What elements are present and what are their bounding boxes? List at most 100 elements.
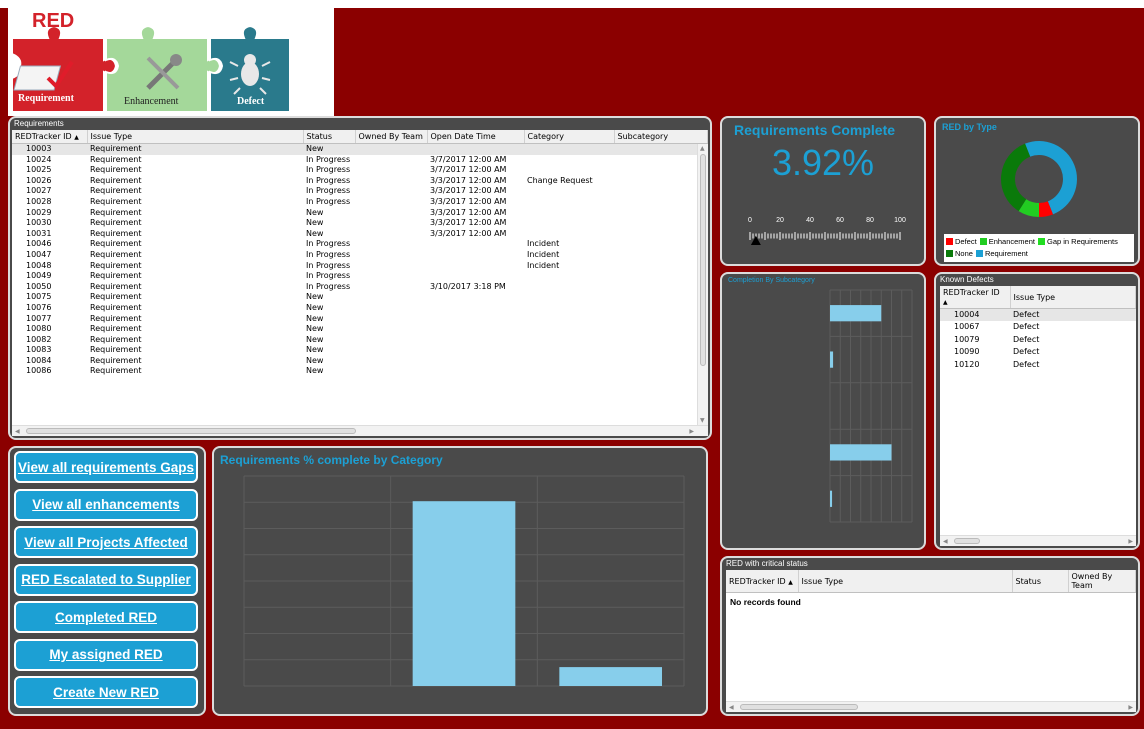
logo-defect-label: Defect	[237, 96, 265, 107]
col-defect-issue-type[interactable]: Issue Type	[1010, 286, 1136, 309]
table-row[interactable]: 10090 Defect	[940, 346, 1136, 359]
red-escalated-to-supplier-button[interactable]: RED Escalated to Supplier	[14, 563, 198, 596]
known-defects-title: Known Defects	[940, 275, 994, 284]
table-row[interactable]: 10004 Defect	[940, 308, 1136, 322]
known-defects-table: REDTracker ID ▲ Issue Type 10004 Defect 10…	[940, 286, 1136, 371]
logo-title: RED	[32, 10, 75, 32]
scroll-left-icon[interactable]: ◀	[943, 538, 948, 545]
view-all-enhancements-button[interactable]: View all enhancements	[14, 488, 198, 521]
table-cell: Requirement	[87, 143, 303, 155]
table-row[interactable]: 10083 Requirement New	[12, 345, 708, 356]
scroll-right-icon[interactable]: ▶	[1128, 704, 1133, 711]
table-cell: Incident	[527, 239, 560, 249]
requirements-vertical-scrollbar[interactable]: ▲ ▼	[697, 144, 708, 425]
table-cell: 10031	[26, 228, 52, 238]
table-cell: 10079	[954, 334, 980, 344]
requirements-grid: REDTracker ID ▲ Issue Type Status Owned …	[12, 130, 708, 436]
known-defects-hscroll-thumb[interactable]	[954, 538, 980, 544]
completed-red-button[interactable]: Completed RED	[14, 601, 198, 633]
col-critical-owned-by-team[interactable]: Owned By Team	[1068, 570, 1136, 593]
category-bar[interactable]	[412, 501, 516, 686]
table-row[interactable]: 10048 Requirement In Progress Incident	[12, 261, 708, 272]
col-subcategory[interactable]: Subcategory	[614, 130, 708, 144]
table-cell	[614, 165, 708, 176]
col-issue-type[interactable]: Issue Type	[87, 130, 304, 144]
table-cell	[614, 303, 708, 314]
view-all-projects-affected-button[interactable]: View all Projects Affected	[14, 526, 198, 558]
scroll-right-icon[interactable]: ▶	[1128, 538, 1133, 545]
col-defect-redtracker-id[interactable]: REDTracker ID ▲	[940, 286, 1011, 309]
logo-requirement-label: Requirement	[18, 93, 74, 104]
table-cell: 10024	[26, 154, 52, 164]
table-row[interactable]: 10027 Requirement In Progress 3/3/2017 12:0…	[12, 186, 708, 197]
category-bar[interactable]	[559, 667, 662, 686]
table-row[interactable]: 10076 Requirement New	[12, 303, 708, 314]
table-row[interactable]: 10120 Defect	[940, 359, 1136, 372]
known-defects-horizontal-scrollbar[interactable]: ◀ ▶	[940, 535, 1136, 546]
subcategory-bar[interactable]	[830, 351, 834, 368]
col-owned-by-team[interactable]: Owned By Team	[355, 130, 428, 144]
table-cell: 10082	[26, 334, 52, 344]
table-cell: In Progress	[306, 186, 351, 196]
create-new-red-button[interactable]: Create New RED	[14, 676, 198, 708]
table-row[interactable]: 10077 Requirement New	[12, 314, 708, 325]
table-cell: Requirement	[90, 313, 142, 323]
critical-hscroll-thumb[interactable]	[740, 704, 858, 710]
table-row[interactable]: 10079 Defect	[940, 334, 1136, 347]
table-row[interactable]: 10050 Requirement In Progress 3/10/2017 3:1…	[12, 282, 708, 293]
table-row[interactable]: 10086 Requirement New	[12, 366, 708, 377]
sort-asc-icon: ▲	[788, 578, 793, 586]
scroll-down-icon[interactable]: ▼	[700, 417, 705, 424]
view-all-requirements-gaps-button[interactable]: View all requirements Gaps	[14, 451, 198, 483]
subcategory-bar[interactable]	[830, 444, 892, 461]
legend-item: Enhancement	[979, 236, 1035, 247]
col-redtracker-id[interactable]: REDTracker ID ▲	[12, 130, 88, 144]
table-row[interactable]: 10029 Requirement New 3/3/2017 12:00 AM	[12, 208, 708, 219]
table-row[interactable]: 10030 Requirement New 3/3/2017 12:00 AM	[12, 218, 708, 229]
requirements-horizontal-scrollbar[interactable]: ◀ ▶	[12, 425, 708, 436]
col-critical-status[interactable]: Status	[1012, 570, 1069, 593]
table-row[interactable]: 10046 Requirement In Progress Incident	[12, 239, 708, 250]
scroll-left-icon[interactable]: ◀	[15, 428, 20, 435]
table-row[interactable]: 10047 Requirement In Progress Incident	[12, 250, 708, 261]
table-row[interactable]: 10028 Requirement In Progress 3/3/2017 12:0…	[12, 197, 708, 208]
scroll-left-icon[interactable]: ◀	[729, 704, 734, 711]
table-cell: New	[306, 355, 324, 365]
table-cell	[524, 155, 614, 166]
requirements-vscroll-thumb[interactable]	[700, 154, 706, 366]
table-row[interactable]: 10024 Requirement In Progress 3/7/2017 12:0…	[12, 155, 708, 166]
scroll-up-icon[interactable]: ▲	[700, 145, 705, 152]
critical-horizontal-scrollbar[interactable]: ◀ ▶	[726, 701, 1136, 712]
table-row[interactable]: 10075 Requirement New	[12, 292, 708, 303]
table-cell: New	[306, 366, 324, 376]
legend-swatch	[975, 250, 983, 257]
col-critical-redtracker-id[interactable]: REDTracker ID ▲	[726, 570, 799, 593]
table-cell: 10028	[26, 196, 52, 206]
my-assigned-red-button[interactable]: My assigned RED	[14, 638, 198, 671]
subcategory-bar[interactable]	[830, 490, 833, 507]
table-row[interactable]: 10067 Defect	[940, 321, 1136, 334]
col-open-date-time[interactable]: Open Date Time	[427, 130, 525, 144]
requirements-hscroll-thumb[interactable]	[26, 428, 356, 434]
table-row[interactable]: 10003 Requirement New	[12, 143, 708, 155]
col-category[interactable]: Category	[524, 130, 615, 144]
scroll-right-icon[interactable]: ▶	[689, 428, 694, 435]
table-row[interactable]: 10025 Requirement In Progress 3/7/2017 12:0…	[12, 165, 708, 176]
table-cell: Requirement	[90, 302, 142, 312]
table-row[interactable]: 10082 Requirement New	[12, 335, 708, 346]
table-cell	[614, 197, 708, 208]
sort-asc-icon: ▲	[943, 299, 948, 306]
table-row[interactable]: 10031 Requirement New 3/3/2017 12:00 AM	[12, 229, 708, 240]
subcategory-bar[interactable]	[830, 305, 882, 322]
table-cell: New	[306, 334, 324, 344]
table-cell	[614, 239, 708, 250]
table-row[interactable]: 10084 Requirement New	[12, 356, 708, 367]
col-status[interactable]: Status	[303, 130, 356, 144]
table-cell: In Progress	[306, 239, 351, 249]
table-row[interactable]: 10080 Requirement New	[12, 324, 708, 335]
table-row[interactable]: 10026 Requirement In Progress 3/3/2017 12:0…	[12, 176, 708, 187]
table-row[interactable]: 10049 Requirement In Progress	[12, 271, 708, 282]
critical-status-title: RED with critical status	[726, 559, 808, 568]
table-cell: New	[306, 228, 324, 238]
col-critical-issue-type[interactable]: Issue Type	[798, 570, 1013, 593]
